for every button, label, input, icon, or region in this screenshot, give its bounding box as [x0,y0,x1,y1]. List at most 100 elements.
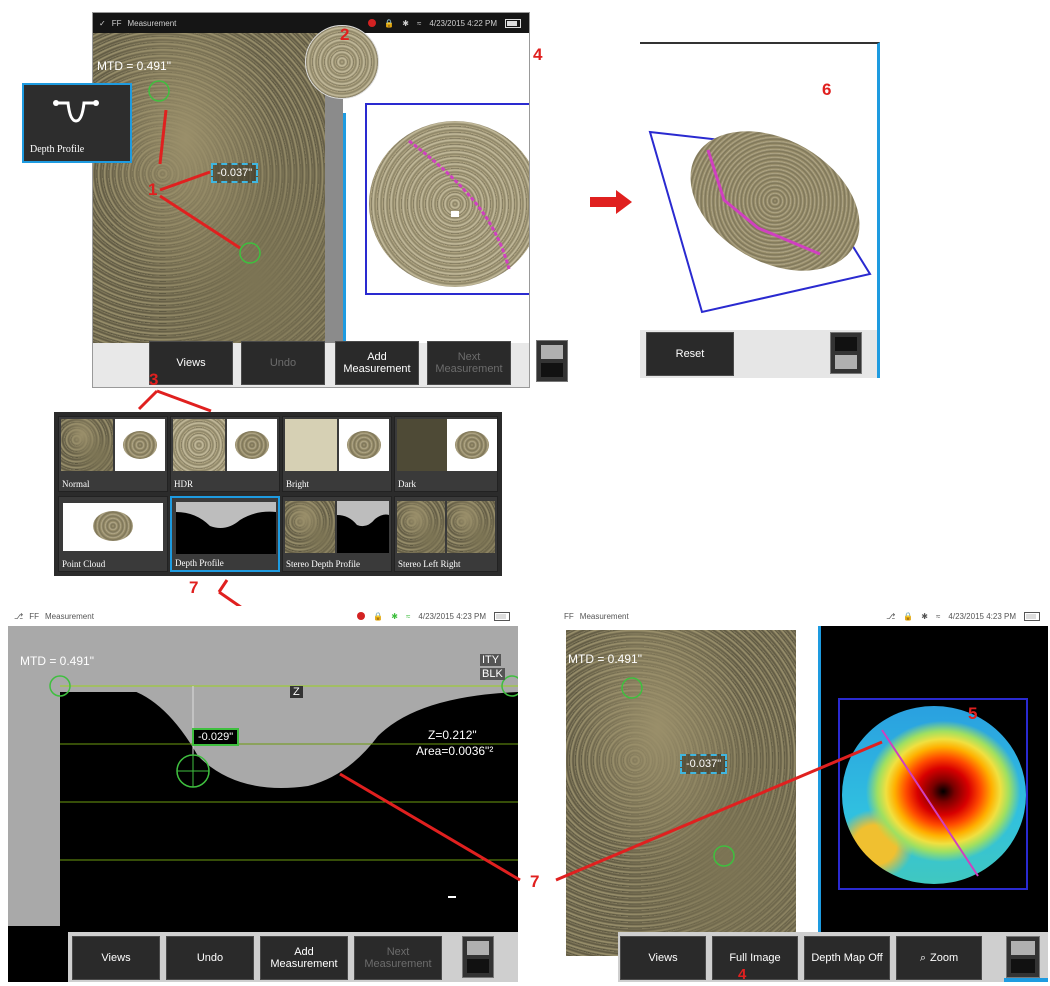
view-depth-profile-label: Depth Profile [175,558,224,568]
z-axis-label: Z [290,686,303,698]
add-measurement-label-2: Measurement [270,958,338,970]
wifi-icon: ≈ [417,18,422,28]
status-title: Measurement [127,18,177,28]
record-icon [368,19,377,27]
status-left-glyph: FF [564,611,574,621]
view-toggle[interactable] [462,936,494,978]
next-measurement-label-1: Next [457,351,481,363]
thumb-depth-profile [176,502,276,554]
next-measurement-label-1: Next [386,946,410,958]
view-stereo-depth-profile-label: Stereo Depth Profile [286,559,360,569]
corner-label-top: ITY [480,654,502,666]
depth-map-off-button-label: Depth Map Off [811,952,883,964]
profile-line-3d [706,149,821,256]
views-button-label: Views [101,952,131,964]
thumb-cloud [227,419,277,471]
view-hdr[interactable]: HDR [170,416,280,492]
reset-button-label: Reset [675,348,705,360]
record-icon [357,612,366,620]
thumb-depth-profile [337,501,389,553]
depth-profile-icon [53,100,99,123]
views-button[interactable]: Views [620,936,706,980]
toggle-lower [467,959,489,973]
add-measurement-label-2: Measurement [343,363,411,375]
callout-3: 3 [149,370,159,389]
undo-button-label: Undo [269,357,297,369]
view-stereo-depth-profile[interactable]: Stereo Depth Profile [282,496,392,572]
status-datetime: 4/23/2015 4:23 PM [418,611,486,621]
tripod-icon: ⎇ [14,611,24,621]
thumb-cloud [63,503,163,551]
view-stereo-left-right[interactable]: Stereo Left Right [394,496,498,572]
status-bar: FF Measurement ⎇ 🔒 ✱ ≈ 4/23/2015 4:23 PM [558,606,1048,626]
depth-map-off-button[interactable]: Depth Map Off [804,936,890,980]
views-menu: Normal HDR Bright Dark Point Cloud Depth… [54,412,502,576]
view-bright-label: Bright [286,479,310,489]
view-toggle-top[interactable] [536,340,568,382]
view-toggle[interactable] [1006,936,1040,978]
next-measurement-label-2: Measurement [435,363,503,375]
view-point-cloud[interactable]: Point Cloud [58,496,168,572]
full-image-button[interactable]: Full Image [712,936,798,980]
callout-4-top: 4 [533,45,543,64]
view-point-cloud-label: Point Cloud [62,559,106,569]
thumb-rock [285,501,335,553]
toggle-lower [835,355,857,369]
status-datetime: 4/23/2015 4:22 PM [429,18,497,28]
view-toggle[interactable] [830,332,862,374]
depth-value-box[interactable]: -0.029" [192,728,240,746]
toggle-upper [467,941,489,955]
add-measurement-button[interactable]: Add Measurement [260,936,348,980]
wifi-icon: ≈ [936,611,941,621]
thumb-rock [285,419,337,471]
next-measurement-button[interactable]: Next Measurement [354,936,442,980]
view-normal-label: Normal [62,479,90,489]
cursor-1[interactable] [148,80,170,102]
profile-line [408,139,511,270]
point-cloud-screen: 6 Reset [640,42,880,378]
zoom-button[interactable]: ⌕ Zoom [896,936,982,980]
thumb-rock [61,419,113,471]
status-left-glyph: FF [29,611,39,621]
mtd-label: MTD = 0.491" [20,654,94,668]
checkmark-icon: ✓ [99,18,106,28]
view-bright[interactable]: Bright [282,416,392,492]
status-bar: ✓ FF Measurement 🔒 ✱ ≈ 4/23/2015 4:22 PM [93,13,529,33]
views-button[interactable]: Views [72,936,160,980]
thumb-cloud [339,419,389,471]
thumb-rock-right [447,501,495,553]
bluetooth-icon: ✱ [921,611,928,621]
thumb-cloud [115,419,165,471]
callout-7-lines [339,740,883,882]
views-button-label: Views [176,357,206,369]
view-dark[interactable]: Dark [394,416,498,492]
tripod-icon: ⎇ [886,611,896,621]
wifi-icon: ≈ [406,611,411,621]
view-depth-profile[interactable]: Depth Profile [170,496,280,572]
battery-icon [505,18,521,28]
callout-lines-1 [158,109,241,250]
add-measurement-label-1: Add [367,351,387,363]
arrow-right-icon [590,190,632,214]
status-datetime: 4/23/2015 4:23 PM [948,611,1016,621]
toggle-upper [835,337,857,351]
undo-button[interactable]: Undo [241,341,325,385]
thumb-cloud [447,419,497,471]
status-title: Measurement [579,611,629,621]
next-measurement-label-2: Measurement [364,958,432,970]
add-measurement-label-1: Add [294,946,314,958]
thumb-rock [173,419,225,471]
undo-button[interactable]: Undo [166,936,254,980]
active-indicator [1004,978,1048,982]
views-button[interactable]: Views [149,341,233,385]
toggle-lower [1011,959,1035,973]
view-normal[interactable]: Normal [58,416,168,492]
add-measurement-button[interactable]: Add Measurement [335,341,419,385]
next-measurement-button[interactable]: Next Measurement [427,341,511,385]
status-title: Measurement [45,611,94,621]
battery-icon [1024,611,1040,621]
reset-button[interactable]: Reset [646,332,734,376]
lock-icon: 🔒 [384,18,395,28]
status-bar: ⎇ FF Measurement 🔒 ✱ ≈ 4/23/2015 4:23 PM [8,606,518,626]
status-left-glyph: FF [111,18,122,28]
